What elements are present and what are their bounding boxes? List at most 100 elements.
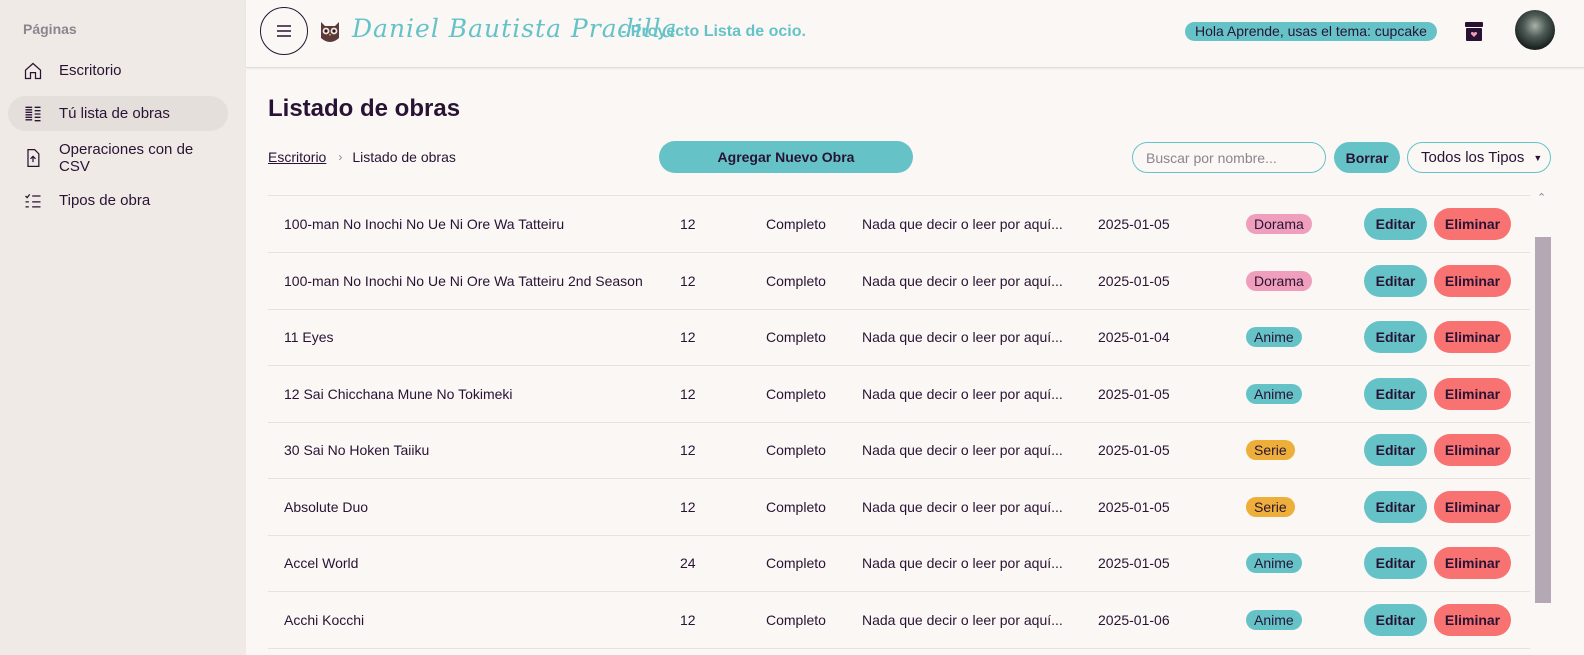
breadcrumb-link-escritorio[interactable]: Escritorio — [268, 149, 326, 165]
work-episodes: 12 — [680, 498, 696, 515]
chevron-right-icon: › — [338, 150, 343, 164]
edit-button[interactable]: Editar — [1364, 208, 1427, 240]
type-filter-select[interactable]: Todos los Tipos ▼ — [1407, 142, 1551, 173]
work-date: 2025-01-06 — [1098, 611, 1170, 628]
sidebar-item-tipos[interactable]: Tipos de obra — [8, 183, 228, 218]
delete-button[interactable]: Eliminar — [1434, 547, 1511, 579]
delete-button[interactable]: Eliminar — [1434, 377, 1511, 410]
caret-down-icon: ▼ — [1533, 152, 1543, 163]
top-navbar: Daniel Bautista Pradilla - Proyecto List… — [246, 0, 1584, 68]
edit-button[interactable]: Editar — [1364, 603, 1427, 636]
delete-button[interactable]: Eliminar — [1434, 490, 1511, 523]
work-name: Acchi Kocchi — [284, 611, 365, 628]
work-notes: Nada que decir o leer por aquí... — [862, 216, 1063, 232]
table-row: Absolute Duo 12 Completo Nada que decir o l… — [268, 479, 1530, 536]
table-row: 12 Sai Chicchana Mune No Tokimeki 12 Compl… — [268, 366, 1530, 423]
type-badge: Anime — [1246, 553, 1302, 573]
archive-box-icon[interactable] — [1463, 19, 1485, 43]
work-episodes: 12 — [680, 272, 696, 289]
work-notes: Nada que decir o leer por aquí... — [862, 611, 1063, 628]
delete-button[interactable]: Eliminar — [1434, 603, 1511, 636]
hamburger-icon — [277, 25, 291, 37]
work-status: Completo — [766, 329, 826, 345]
clear-search-button[interactable]: Borrar — [1334, 142, 1400, 173]
list-icon — [23, 104, 43, 124]
work-name: Absolute Duo — [284, 498, 369, 515]
work-episodes: 12 — [680, 442, 696, 458]
work-notes: Nada que decir o leer por aquí... — [862, 498, 1063, 515]
work-status: Completo — [766, 385, 826, 402]
scrollbar-thumb[interactable] — [1535, 237, 1551, 603]
edit-button[interactable]: Editar — [1364, 490, 1427, 523]
work-notes: Nada que decir o leer por aquí... — [862, 442, 1063, 458]
sidebar-item-label: Operaciones con de CSV — [59, 140, 194, 175]
work-name: 100-man No Inochi No Ue Ni Ore Wa Tattei… — [284, 272, 643, 289]
work-episodes: 12 — [680, 385, 696, 402]
work-name: 30 Sai No Hoken Taiiku — [284, 442, 430, 458]
menu-toggle-button[interactable] — [260, 7, 308, 55]
work-status: Completo — [766, 442, 826, 458]
edit-button[interactable]: Editar — [1364, 377, 1427, 410]
search-input[interactable] — [1132, 142, 1326, 173]
edit-button[interactable]: Editar — [1364, 321, 1427, 353]
theme-greeting-badge: Hola Aprende, usas el tema: cupcake — [1185, 22, 1437, 41]
work-status: Completo — [766, 216, 826, 232]
work-status: Completo — [766, 611, 826, 628]
table-row: 11 Eyes 12 Completo Nada que decir o leer p… — [268, 309, 1530, 366]
sidebar-item-lista-obras[interactable]: Tú lista de obras — [8, 96, 228, 131]
edit-button[interactable]: Editar — [1364, 264, 1427, 297]
delete-button[interactable]: Eliminar — [1434, 264, 1511, 297]
breadcrumb: Escritorio › Listado de obras — [268, 149, 456, 165]
page-title: Listado de obras — [268, 95, 461, 122]
work-date: 2025-01-05 — [1098, 216, 1170, 232]
type-badge: Dorama — [1246, 214, 1312, 234]
work-date: 2025-01-05 — [1098, 498, 1170, 515]
add-new-work-button[interactable]: Agregar Nuevo Obra — [659, 141, 913, 173]
owl-logo-icon — [321, 22, 339, 42]
checklist-icon — [23, 191, 43, 211]
table-row: Acchi Kocchi 12 Completo Nada que decir o l… — [268, 592, 1530, 649]
edit-button[interactable]: Editar — [1364, 547, 1427, 579]
type-badge: Anime — [1246, 327, 1302, 347]
sidebar: Páginas Escritorio Tú lista de obras Ope… — [0, 0, 246, 655]
table-row: 100-man No Inochi No Ue Ni Ore Wa Tattei… — [268, 253, 1530, 310]
sidebar-item-label: Tipos de obra — [59, 192, 151, 209]
brand-subtitle: - Proyecto Lista de ocio. — [621, 23, 806, 40]
work-name: Accel World — [284, 555, 359, 571]
edit-button[interactable]: Editar — [1364, 434, 1427, 466]
work-status: Completo — [766, 498, 826, 515]
type-filter-value: Todos los Tipos — [1421, 149, 1525, 166]
work-date: 2025-01-05 — [1098, 385, 1170, 402]
work-status: Completo — [766, 272, 826, 289]
work-episodes: 12 — [680, 329, 696, 345]
sidebar-item-label: Escritorio — [59, 62, 122, 79]
delete-button[interactable]: Eliminar — [1434, 434, 1511, 466]
works-table: 100-man No Inochi No Ue Ni Ore Wa Tattei… — [268, 195, 1530, 655]
user-avatar[interactable] — [1515, 10, 1555, 50]
work-name: 100-man No Inochi No Ue Ni Ore Wa Tattei… — [284, 216, 565, 232]
work-notes: Nada que decir o leer por aquí... — [862, 272, 1063, 289]
delete-button[interactable]: Eliminar — [1434, 321, 1511, 353]
sidebar-item-escritorio[interactable]: Escritorio — [8, 53, 228, 88]
work-date: 2025-01-05 — [1098, 555, 1170, 571]
work-date: 2025-01-04 — [1098, 329, 1170, 345]
work-episodes: 12 — [680, 611, 696, 628]
type-badge: Serie — [1246, 496, 1295, 517]
work-notes: Nada que decir o leer por aquí... — [862, 329, 1063, 345]
type-badge: Anime — [1246, 609, 1302, 630]
work-episodes: 24 — [680, 555, 696, 571]
work-notes: Nada que decir o leer por aquí... — [862, 555, 1063, 571]
delete-button[interactable]: Eliminar — [1434, 208, 1511, 240]
work-date: 2025-01-05 — [1098, 272, 1170, 289]
work-notes: Nada que decir o leer por aquí... — [862, 385, 1063, 402]
scroll-up-arrow-icon[interactable]: ⌃ — [1537, 191, 1546, 204]
home-icon — [23, 61, 43, 81]
work-date: 2025-01-05 — [1098, 442, 1170, 458]
sidebar-title: Páginas — [23, 21, 77, 37]
work-episodes: 12 — [680, 216, 696, 232]
file-upload-icon — [23, 148, 43, 168]
work-name: 12 Sai Chicchana Mune No Tokimeki — [284, 385, 513, 402]
sidebar-item-label: Tú lista de obras — [59, 105, 170, 122]
sidebar-item-csv[interactable]: Operaciones con de CSV — [8, 140, 228, 175]
table-row: Accel World 24 Completo Nada que decir o le… — [268, 535, 1530, 592]
